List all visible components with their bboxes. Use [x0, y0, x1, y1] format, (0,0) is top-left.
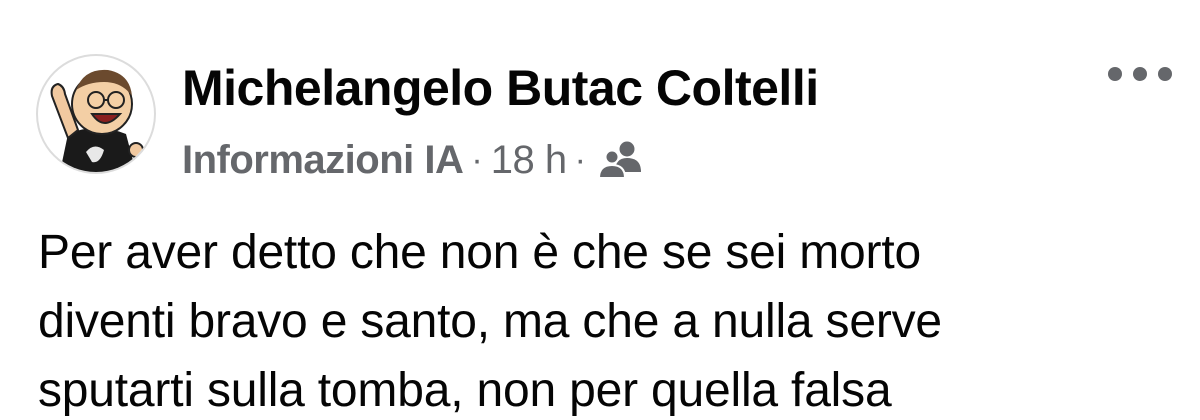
facebook-post: Michelangelo Butac Coltelli Informazioni…: [0, 0, 1200, 420]
post-meta: Informazioni IA · 18 h ·: [182, 132, 644, 188]
cartoon-avatar-icon: [50, 69, 144, 172]
post-text-line: diventi bravo e santo, ma che a nulla se…: [38, 295, 942, 348]
more-options-button[interactable]: [1108, 56, 1172, 92]
avatar[interactable]: [36, 54, 156, 174]
more-options-icon: [1133, 67, 1147, 81]
post-text-line: Per aver detto che non è che se sei mort…: [38, 226, 921, 279]
meta-separator: ·: [574, 140, 586, 179]
group-name[interactable]: Informazioni IA: [182, 138, 464, 183]
friends-icon[interactable]: [597, 140, 644, 180]
more-options-icon: [1158, 67, 1172, 81]
meta-separator: ·: [471, 140, 483, 179]
author-name[interactable]: Michelangelo Butac Coltelli: [182, 56, 819, 120]
post-timestamp[interactable]: 18 h: [491, 138, 567, 183]
more-options-icon: [1108, 67, 1122, 81]
post-text-line: sputarti sulla tomba, non per quella fal…: [38, 364, 892, 417]
post-body: Per aver detto che non è che se sei mort…: [38, 218, 1178, 420]
